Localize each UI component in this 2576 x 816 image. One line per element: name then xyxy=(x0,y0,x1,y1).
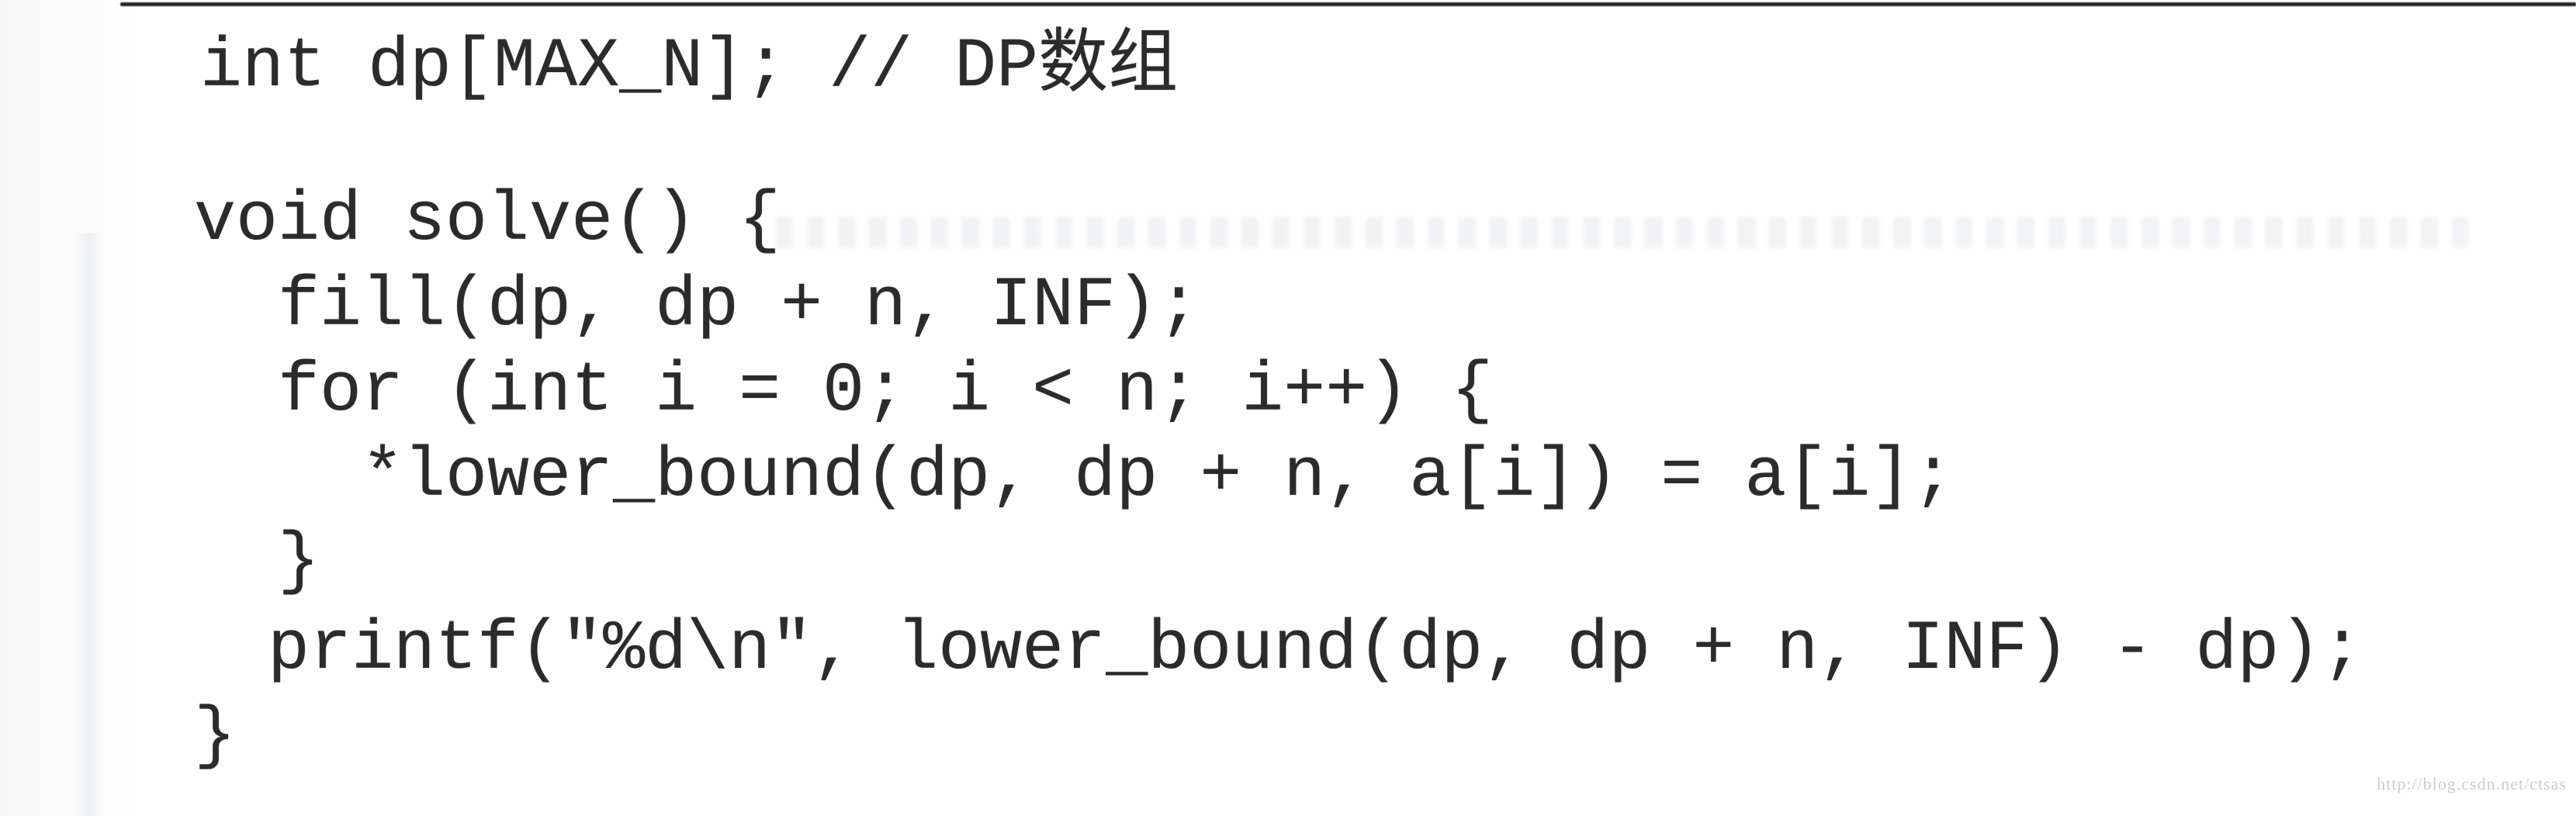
code-line-function-signature: void solve() { xyxy=(194,182,781,261)
code-line-lower-bound-assign: *lower_bound(dp, dp + n, a[i]) = a[i]; xyxy=(194,437,1955,517)
code-line-function-close: } xyxy=(194,697,237,776)
code-line-for-loop: for (int i = 0; i < n; i++) { xyxy=(194,352,1494,431)
code-line-printf: printf("%d\n", lower_bound(dp, dp + n, I… xyxy=(184,610,2363,690)
scanned-page: int dp[MAX_N]; // DP数组 void solve() { fi… xyxy=(0,0,2576,816)
top-horizontal-rule xyxy=(120,2,2576,6)
page-spine-shadow xyxy=(74,233,105,816)
show-through-text xyxy=(776,217,2483,248)
code-line-fill: fill(dp, dp + n, INF); xyxy=(194,267,1200,346)
code-line-loop-close: } xyxy=(194,523,320,602)
code-line-declaration: int dp[MAX_N]; // DP数组 xyxy=(200,28,1179,107)
watermark-url: http://blog.csdn.net/ctsas xyxy=(2377,774,2567,794)
